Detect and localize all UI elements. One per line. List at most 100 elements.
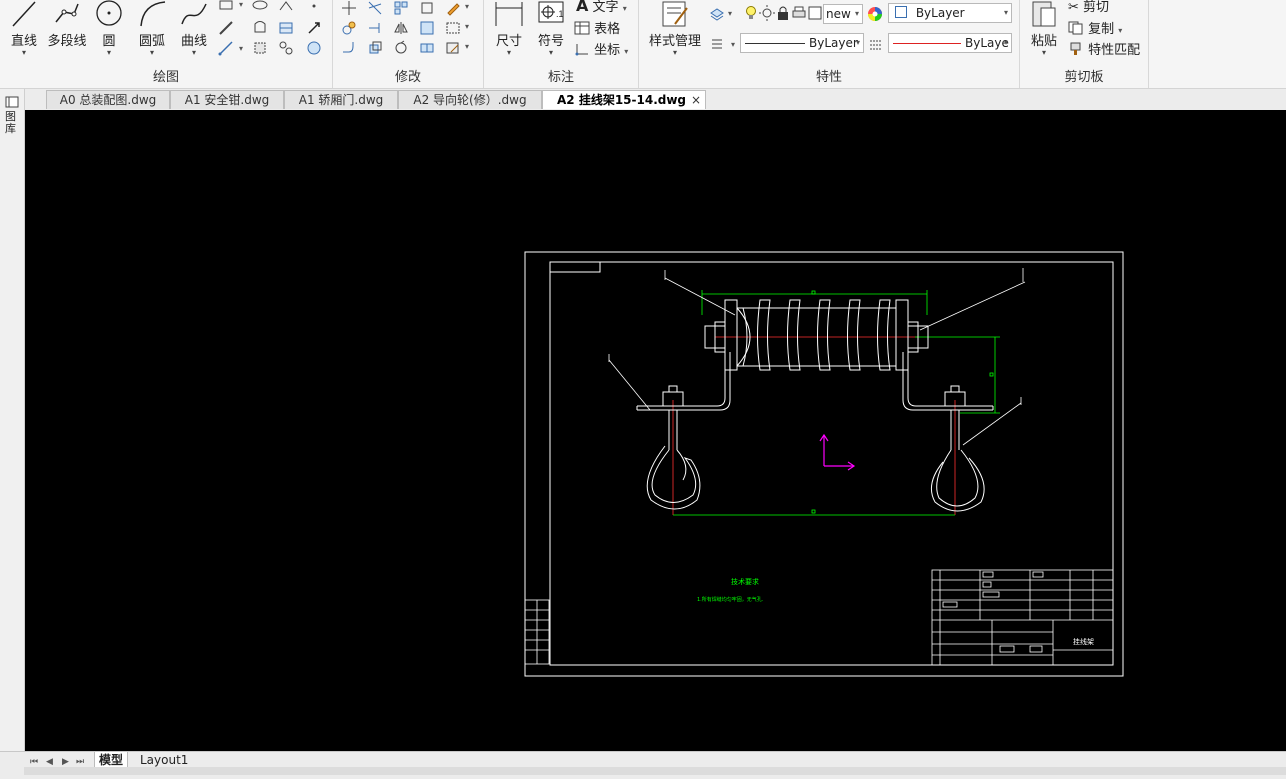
ellipse-icon[interactable] [252, 0, 268, 16]
construction-line-icon[interactable] [218, 20, 234, 36]
rotate-icon[interactable] [393, 40, 409, 56]
lock-icon[interactable] [775, 5, 791, 21]
offset-icon[interactable] [445, 20, 461, 36]
tab-doc-1[interactable]: A1 安全钳.dwg [170, 90, 284, 109]
chevron-down-icon: ▾ [672, 48, 677, 57]
line-button[interactable]: 直线 ▾ [6, 0, 42, 57]
properties-group-label: 特性 [815, 70, 842, 85]
next-layout-icon[interactable]: ▶ [62, 757, 69, 767]
copy-button[interactable]: 复制 ▾ [1068, 18, 1122, 37]
match-properties-button[interactable]: 特性匹配 [1068, 39, 1140, 58]
tab-doc-label: A1 轿厢门.dwg [298, 93, 384, 107]
dot-icon[interactable] [306, 0, 322, 16]
draw-group-label: 绘图 [152, 70, 179, 85]
coordinate-button[interactable]: 坐标 ▾ [574, 39, 628, 58]
arc-label: 圆弧 [138, 34, 165, 49]
style-manager-button[interactable]: 样式管理 ▾ [643, 0, 707, 57]
eraser-icon[interactable] [445, 0, 461, 16]
close-icon[interactable]: × [691, 91, 701, 109]
chevron-down-icon: ▾ [106, 48, 111, 57]
first-layout-icon[interactable]: ⏮ [30, 757, 38, 767]
tab-doc-label: A0 总装配图.dwg [59, 93, 157, 107]
extend-icon[interactable] [367, 20, 383, 36]
horizontal-scrollbar[interactable] [24, 767, 1286, 775]
notes-title: 技术要求 [731, 577, 759, 586]
polyline-icon [55, 3, 79, 23]
lineweight-list-icon[interactable] [709, 36, 725, 52]
hatch-icon[interactable] [252, 40, 268, 56]
lineweight-sample [893, 43, 961, 44]
cut-button[interactable]: ✂ 剪切 [1068, 0, 1109, 15]
stretch-icon[interactable] [419, 0, 435, 16]
array-icon[interactable] [393, 0, 409, 16]
paste-button[interactable]: 粘贴 ▾ [1026, 0, 1062, 57]
line-label: 直线 [10, 34, 37, 49]
scissors-icon: ✂ [1068, 0, 1079, 15]
color-swatch-box-icon [895, 6, 907, 18]
ray-icon[interactable] [218, 40, 234, 56]
symbol-button[interactable]: .1 符号 ▾ [534, 0, 568, 57]
curve-button[interactable]: 曲线 ▾ [176, 0, 212, 57]
trim-icon[interactable] [367, 0, 383, 16]
edit-properties-icon[interactable] [445, 40, 461, 56]
lineweight-icon[interactable] [868, 36, 884, 52]
last-layout-icon[interactable]: ⏭ [76, 757, 84, 767]
dimension-button[interactable]: 尺寸 ▾ [490, 0, 528, 57]
table-label: 表格 [594, 22, 621, 37]
linetype-sample [745, 43, 805, 44]
scale-icon[interactable] [367, 40, 383, 56]
color-wheel-icon[interactable] [867, 6, 883, 22]
library-icon[interactable] [4, 95, 20, 109]
curve-label: 曲线 [180, 34, 207, 49]
arc-button[interactable]: 圆弧 ▾ [134, 0, 170, 57]
tab-doc-2[interactable]: A1 轿厢门.dwg [284, 90, 398, 109]
clipboard-group-label: 剪切板 [1064, 70, 1104, 85]
bulb-icon[interactable] [743, 5, 759, 21]
cut-label: 剪切 [1083, 0, 1110, 15]
brush-icon [1070, 42, 1081, 55]
drawing-canvas[interactable]: 技术要求 1.所有焊缝均匀牢固，无气孔. 挂线架 [25, 110, 1286, 751]
layout-tab-label: Layout1 [140, 753, 189, 767]
fillet-icon[interactable] [341, 40, 357, 56]
prev-layout-icon[interactable]: ◀ [46, 757, 53, 767]
lineweight-dropdown[interactable]: ByLaye ▾ [888, 33, 1012, 53]
chevron-down-icon: ▾ [506, 48, 511, 57]
circle-button[interactable]: 圆 ▾ [92, 0, 126, 57]
text-label: 文字 [592, 0, 619, 15]
pick-icon[interactable] [306, 20, 322, 36]
tab-doc-label: A2 挂线架15-14.dwg [557, 93, 687, 107]
library-tab[interactable]: 图库 [5, 111, 19, 135]
tab-doc-0[interactable]: A0 总装配图.dwg [46, 90, 170, 109]
block-icon[interactable] [278, 40, 294, 56]
color-swatch-icon[interactable] [807, 5, 823, 21]
join-icon[interactable] [419, 40, 435, 56]
spline-icon [181, 3, 207, 25]
printer-icon[interactable] [791, 5, 807, 21]
table-draw-icon[interactable] [278, 20, 294, 36]
circle-label: 圆 [102, 34, 116, 49]
copy-object-icon[interactable] [341, 20, 357, 36]
table-button[interactable]: 表格 [574, 18, 620, 37]
rectangle-icon[interactable] [218, 0, 234, 16]
explode-icon[interactable] [419, 20, 435, 36]
roller-assembly [704, 299, 929, 371]
chevron-down-icon: ▾ [548, 48, 553, 57]
linetype-dropdown[interactable]: ByLayer ▾ [740, 33, 864, 53]
tab-doc-3[interactable]: A2 导向轮(修）.dwg [398, 90, 542, 109]
point-icon[interactable] [278, 0, 294, 16]
sun-icon[interactable] [759, 5, 775, 21]
match-properties-label: 特性匹配 [1088, 43, 1141, 58]
color-dropdown[interactable]: ByLayer ▾ [888, 3, 1012, 23]
layer-manager-icon[interactable] [709, 5, 725, 21]
revcloud-icon[interactable] [306, 40, 322, 56]
chevron-down-icon: ▾ [1003, 38, 1008, 47]
region-icon[interactable] [252, 20, 268, 36]
tab-doc-4[interactable]: A2 挂线架15-14.dwg × [542, 90, 706, 109]
layer-name-dropdown[interactable]: new ▾ [823, 4, 863, 24]
mirror-icon[interactable] [393, 20, 409, 36]
text-button[interactable]: A 文字 ▾ [576, 0, 627, 15]
copy-icon [1068, 21, 1083, 35]
move-icon[interactable] [341, 0, 357, 16]
layout-tab-layout1[interactable]: Layout1 [136, 752, 192, 768]
polyline-button[interactable]: 多段线 [46, 0, 88, 49]
